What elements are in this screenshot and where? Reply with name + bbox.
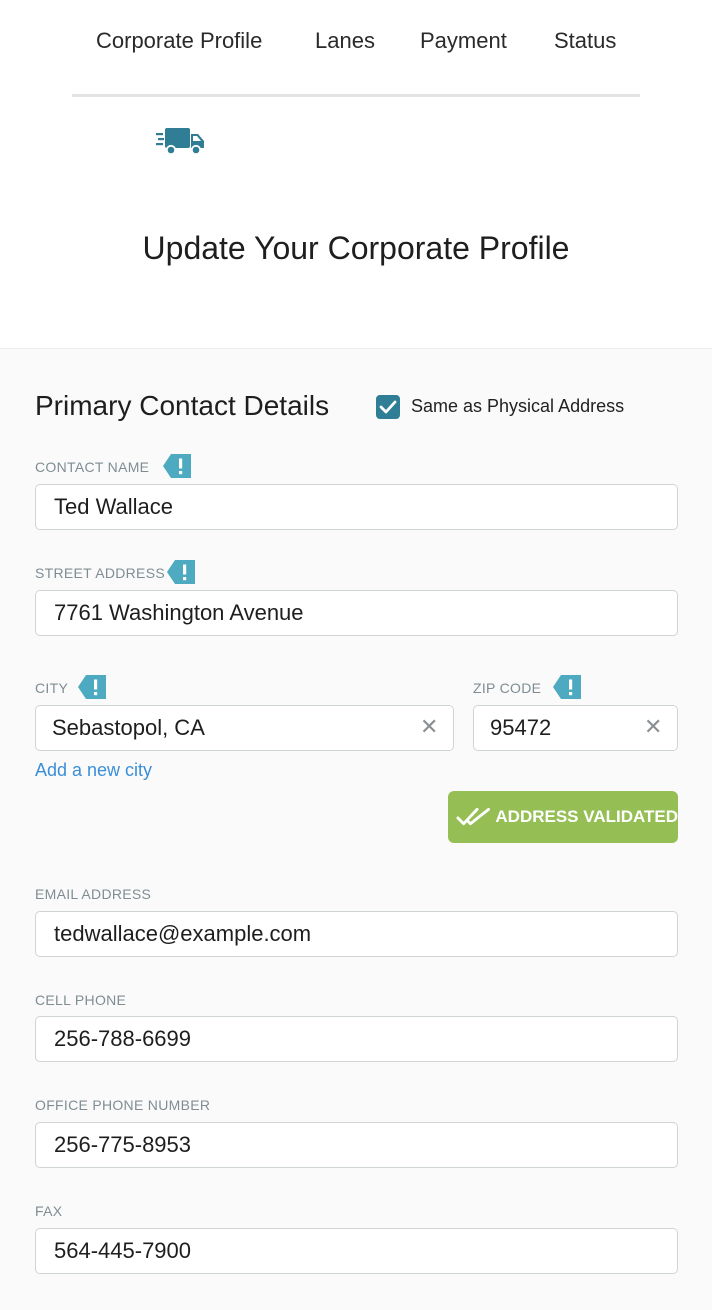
- street-address-label: STREET ADDRESS: [35, 565, 165, 581]
- zip-code-label: ZIP CODE: [473, 680, 542, 696]
- required-exclamation-icon: [163, 454, 191, 478]
- required-exclamation-icon: [553, 675, 581, 699]
- street-address-input[interactable]: 7761 Washington Avenue: [35, 590, 678, 636]
- clear-city-close-icon[interactable]: ✕: [420, 714, 438, 740]
- address-validated-label: ADDRESS VALIDATED: [495, 807, 678, 826]
- fax-label: FAX: [35, 1203, 63, 1219]
- required-exclamation-icon: [167, 560, 195, 584]
- same-as-physical-checkbox[interactable]: [376, 395, 400, 419]
- contact-name-label: CONTACT NAME: [35, 459, 150, 475]
- required-exclamation-icon: [78, 675, 106, 699]
- clear-zip-close-icon[interactable]: ✕: [644, 714, 662, 740]
- email-input[interactable]: tedwallace@example.com: [35, 911, 678, 957]
- cell-phone-input[interactable]: 256-788-6699: [35, 1016, 678, 1062]
- same-as-physical-label[interactable]: Same as Physical Address: [411, 396, 624, 417]
- contact-name-input[interactable]: Ted Wallace: [35, 484, 678, 530]
- office-phone-input[interactable]: 256-775-8953: [35, 1122, 678, 1168]
- page-title: Update Your Corporate Profile: [142, 230, 570, 266]
- fax-input[interactable]: 564-445-7900: [35, 1228, 678, 1274]
- progress-tabs: Corporate Profile Lanes Payment Status: [0, 0, 712, 97]
- section-title: Primary Contact Details: [35, 390, 330, 421]
- city-input[interactable]: Sebastopol, CA: [35, 705, 454, 751]
- checkmark-icon: [379, 400, 397, 414]
- tab-lanes[interactable]: Lanes: [315, 28, 375, 54]
- city-value: Sebastopol, CA: [52, 715, 205, 740]
- double-check-icon: [456, 807, 490, 826]
- tab-status[interactable]: Status: [554, 28, 616, 54]
- tab-corporate-profile[interactable]: Corporate Profile: [96, 28, 262, 54]
- truck-icon: [156, 128, 204, 156]
- address-validated-button[interactable]: ADDRESS VALIDATED: [448, 791, 678, 843]
- email-label: EMAIL ADDRESS: [35, 886, 152, 902]
- tabs-progress-line: [72, 94, 640, 97]
- add-new-city-link[interactable]: Add a new city: [35, 760, 152, 781]
- cell-phone-label: CELL PHONE: [35, 992, 127, 1008]
- tab-payment[interactable]: Payment: [420, 28, 507, 54]
- office-phone-label: OFFICE PHONE NUMBER: [35, 1097, 211, 1113]
- zip-code-value: 95472: [490, 715, 552, 740]
- city-label: CITY: [35, 680, 69, 696]
